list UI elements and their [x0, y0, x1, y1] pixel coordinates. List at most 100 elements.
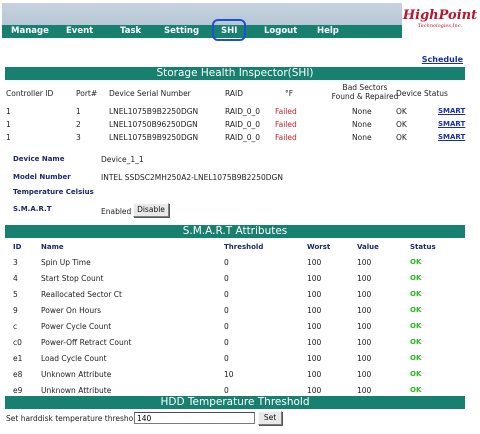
cell-device-status: OK	[396, 133, 407, 142]
threshold-label: Set harddisk temperature threshold (F):	[6, 414, 156, 423]
cell-serial: LNEL10750B96250DGN	[109, 120, 198, 129]
cell-device-status: OK	[396, 107, 407, 116]
cell-threshold: 10	[224, 370, 234, 379]
cell-name: Load Cycle Count	[41, 354, 107, 363]
cell-worst: 100	[307, 306, 322, 315]
cell-raid: RAID_0_0	[225, 120, 261, 129]
nav-task[interactable]: Task	[120, 25, 141, 38]
col-header-controller: Controller ID	[6, 89, 54, 98]
col-header-port: Port#	[76, 89, 98, 98]
cell-temp-failed: Failed	[275, 120, 297, 129]
cell-value: 100	[357, 306, 372, 315]
cell-status-ok: OK	[410, 338, 422, 346]
cell-id: c0	[13, 338, 22, 347]
smart-section-title: S.M.A.R.T Attributes	[5, 225, 465, 238]
cell-worst: 100	[307, 338, 322, 347]
threshold-section-title: HDD Temperature Threshold	[5, 396, 465, 409]
threshold-input[interactable]	[134, 412, 255, 424]
device-name-label: Device Name	[13, 155, 65, 163]
smart-link[interactable]: SMART	[438, 133, 465, 142]
device-name-value: Device_1_1	[101, 155, 144, 164]
cell-temp-failed: Failed	[275, 107, 297, 116]
cell-threshold: 0	[224, 306, 229, 315]
nav-setting[interactable]: Setting	[164, 25, 199, 38]
cell-bad-sectors: None	[352, 120, 372, 129]
cell-id: 5	[13, 290, 18, 299]
cell-value: 100	[357, 386, 372, 395]
disable-button[interactable]: Disable	[133, 203, 169, 217]
nav-manage[interactable]: Manage	[11, 25, 49, 38]
cell-id: e8	[13, 370, 23, 379]
col-header-name: Name	[41, 243, 64, 251]
cell-id: e1	[13, 354, 23, 363]
col-header-bad-sectors-line1: Bad Sectors	[342, 83, 388, 92]
cell-worst: 100	[307, 322, 322, 331]
cell-name: Reallocated Sector Ct	[41, 290, 122, 299]
cell-threshold: 0	[224, 386, 229, 395]
cell-value: 100	[357, 354, 372, 363]
nav-shi-highlight	[212, 19, 246, 41]
cell-threshold: 0	[224, 274, 229, 283]
col-header-serial: Device Serial Number	[109, 89, 191, 98]
cell-raid: RAID_0_0	[225, 107, 261, 116]
cell-name: Start Stop Count	[41, 274, 104, 283]
nav-event[interactable]: Event	[66, 25, 93, 38]
smart-label: S.M.A.R.T	[13, 205, 52, 213]
cell-bad-sectors: None	[352, 107, 372, 116]
smart-link[interactable]: SMART	[438, 107, 465, 116]
cell-name: Spin Up Time	[41, 258, 91, 267]
cell-id: e9	[13, 386, 23, 395]
cell-threshold: 0	[224, 290, 229, 299]
cell-value: 100	[357, 290, 372, 299]
cell-status-ok: OK	[410, 274, 422, 282]
cell-id: 9	[13, 306, 18, 315]
cell-threshold: 0	[224, 322, 229, 331]
cell-value: 100	[357, 258, 372, 267]
cell-serial: LNEL1075B9B9250DGN	[109, 133, 199, 142]
col-header-value: Value	[357, 243, 379, 251]
cell-temp-failed: Failed	[275, 133, 297, 142]
cell-bad-sectors: None	[352, 133, 372, 142]
cell-id: c	[13, 322, 18, 331]
cell-worst: 100	[307, 386, 322, 395]
cell-threshold: 0	[224, 338, 229, 347]
cell-name: Unknown Attribute	[41, 370, 112, 379]
col-header-temp: °F	[285, 89, 294, 98]
cell-controller: 1	[6, 133, 11, 142]
cell-value: 100	[357, 322, 372, 331]
cell-port: 1	[76, 107, 81, 116]
cell-device-status: OK	[396, 120, 407, 129]
cell-worst: 100	[307, 370, 322, 379]
cell-threshold: 0	[224, 258, 229, 267]
cell-status-ok: OK	[410, 354, 422, 362]
col-header-raid: RAID	[225, 89, 244, 98]
smart-enabled-value: Enabled	[101, 207, 132, 216]
cell-name: Unknown Attribute	[41, 386, 112, 395]
cell-serial: LNEL1075B9B2250DGN	[109, 107, 199, 116]
model-number-value: INTEL SSDSC2MH250A2-LNEL1075B9B2250DGN	[101, 173, 283, 182]
smart-link[interactable]: SMART	[438, 120, 465, 129]
set-button[interactable]: Set	[258, 411, 282, 425]
logo-subtext: Technologies,Inc.	[417, 23, 463, 29]
cell-status-ok: OK	[410, 306, 422, 314]
col-header-bad-sectors-line2: Found & Repaired	[331, 92, 399, 101]
cell-status-ok: OK	[410, 386, 422, 394]
nav-logout[interactable]: Logout	[264, 25, 297, 38]
temperature-celsius-label: Temperature Celsius	[13, 188, 94, 196]
cell-value: 100	[357, 370, 372, 379]
model-number-label: Model Number	[13, 173, 71, 181]
col-header-device-status: Device Status	[396, 89, 448, 98]
col-header-worst: Worst	[307, 243, 331, 251]
cell-controller: 1	[6, 120, 11, 129]
cell-controller: 1	[6, 107, 11, 116]
cell-worst: 100	[307, 274, 322, 283]
col-header-threshold: Threshold	[224, 243, 264, 251]
nav-strip	[2, 25, 402, 38]
cell-port: 2	[76, 120, 81, 129]
cell-value: 100	[357, 274, 372, 283]
cell-worst: 100	[307, 290, 322, 299]
nav-help[interactable]: Help	[317, 25, 339, 38]
cell-status-ok: OK	[410, 258, 422, 266]
top-navigation-bar: Manage Event Task Setting SHI Logout Hel…	[2, 3, 478, 41]
schedule-link[interactable]: Schedule	[422, 55, 463, 64]
